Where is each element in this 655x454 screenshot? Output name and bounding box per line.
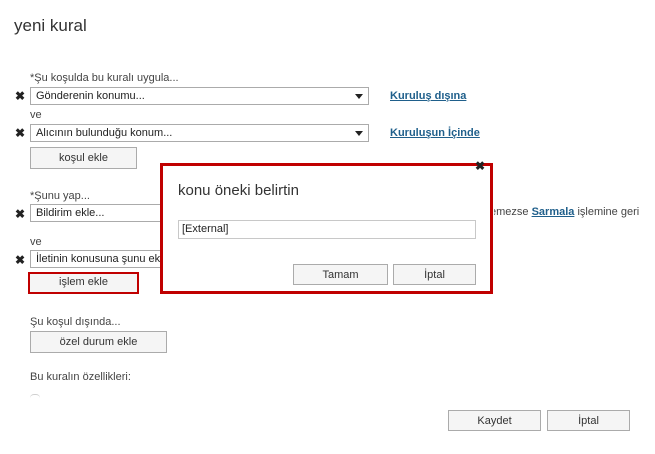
- condition-2-select-value: Alıcının bulunduğu konum...: [36, 127, 173, 139]
- condition-1-value-link[interactable]: Kuruluş dışına: [390, 90, 466, 102]
- exception-label: Şu koşul dışında...: [30, 316, 121, 328]
- dialog-title: konu öneki belirtin: [178, 182, 299, 199]
- condition-1-select-value: Gönderenin konumu...: [36, 90, 145, 102]
- add-exception-button[interactable]: özel durum ekle: [30, 331, 167, 353]
- condition-and-label: ve: [30, 109, 42, 121]
- action-and-label: ve: [30, 236, 42, 248]
- action-fallback-text: emezse Sarmala işlemine geri: [490, 206, 639, 218]
- prefix-dialog: konu öneki belirtin [External] Tamam İpt…: [160, 163, 493, 294]
- action-fallback-prefix: emezse: [490, 206, 532, 218]
- dialog-ok-button[interactable]: Tamam: [293, 264, 388, 285]
- condition-label: *Şu koşulda bu kuralı uygula...: [30, 72, 179, 84]
- dialog-cancel-button[interactable]: İptal: [393, 264, 476, 285]
- prefix-input[interactable]: [External]: [178, 220, 476, 239]
- remove-action-2-icon[interactable]: ✖: [15, 253, 25, 267]
- remove-condition-2-icon[interactable]: ✖: [15, 126, 25, 140]
- condition-2-select[interactable]: Alıcının bulunduğu konum...: [30, 124, 369, 142]
- cancel-button[interactable]: İptal: [547, 410, 630, 431]
- action-label: *Şunu yap...: [30, 190, 90, 202]
- chevron-down-icon: [355, 131, 363, 136]
- wrap-link[interactable]: Sarmala: [532, 206, 575, 218]
- page-title: yeni kural: [14, 16, 87, 35]
- close-icon[interactable]: ✖: [475, 159, 485, 173]
- action-fallback-suffix: işlemine geri: [574, 206, 640, 218]
- action-1-select-value: Bildirim ekle...: [36, 207, 105, 219]
- chevron-down-icon: [355, 94, 363, 99]
- property-checkbox-partial[interactable]: [30, 394, 40, 398]
- condition-2-value-link[interactable]: Kuruluşun İçinde: [390, 127, 480, 139]
- add-action-button[interactable]: işlem ekle: [28, 272, 139, 294]
- remove-condition-1-icon[interactable]: ✖: [15, 89, 25, 103]
- add-condition-button[interactable]: koşul ekle: [30, 147, 137, 169]
- remove-action-1-icon[interactable]: ✖: [15, 207, 25, 221]
- action-2-select-value: İletinin konusuna şunu ekle...: [36, 253, 178, 265]
- condition-1-select[interactable]: Gönderenin konumu...: [30, 87, 369, 105]
- properties-label: Bu kuralın özellikleri:: [30, 371, 131, 383]
- save-button[interactable]: Kaydet: [448, 410, 541, 431]
